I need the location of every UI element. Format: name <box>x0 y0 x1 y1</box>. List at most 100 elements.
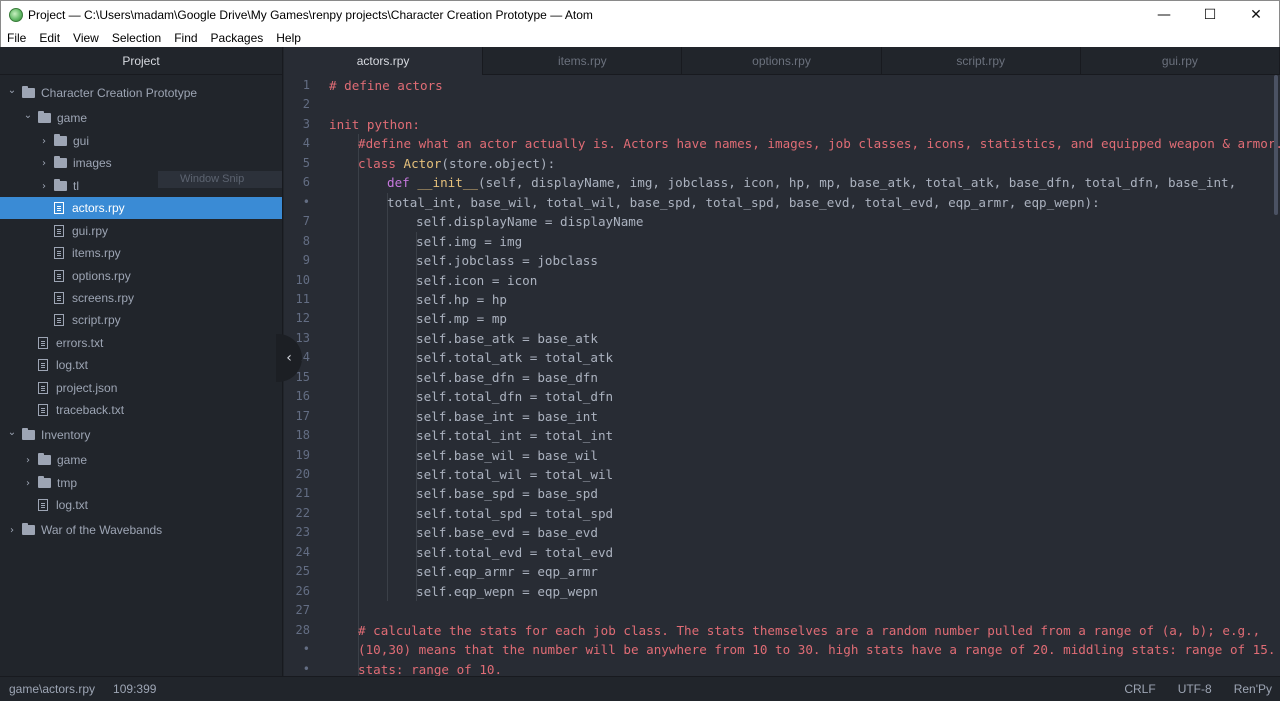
chevron-right-icon: › <box>10 524 14 536</box>
tree-folder[interactable]: ⌄ game <box>0 107 282 129</box>
tree-file[interactable]: actors.rpy <box>0 197 282 219</box>
minimize-button[interactable]: — <box>1141 1 1187 29</box>
line-number: 5 <box>302 155 310 170</box>
code-line: self.total_int = total_int <box>416 428 614 444</box>
tree-file[interactable]: items.rpy <box>0 242 282 264</box>
tab-options-rpy[interactable]: options.rpy <box>682 47 882 75</box>
tree-file[interactable]: traceback.txt <box>0 399 282 421</box>
tree-item-label: game <box>57 453 88 467</box>
maximize-button[interactable]: ☐ <box>1187 1 1233 29</box>
tab-actors-rpy[interactable]: actors.rpy <box>284 47 484 75</box>
line-number: 23 <box>295 525 310 540</box>
file-icon <box>38 382 48 394</box>
tree-file[interactable]: options.rpy <box>0 265 282 287</box>
code-line: self.total_atk = total_atk <box>416 350 614 366</box>
code-editor[interactable]: 1 2 3 4 5 6 • 7 8 9 10 11 12 13 14 15 16 17 18 19 20 21 22 23 24… <box>284 75 1280 676</box>
tree-file[interactable]: errors.txt <box>0 332 282 354</box>
code-line: self.base_dfn = base_dfn <box>416 369 598 385</box>
status-grammar[interactable]: Ren'Py <box>1234 682 1272 696</box>
folder-icon <box>38 476 51 488</box>
folder-icon <box>54 179 67 191</box>
tree-folder[interactable]: › tmp <box>0 472 282 494</box>
window-snip-tooltip: Window Snip <box>158 171 282 188</box>
menu-bar: File Edit View Selection Find Packages H… <box>0 29 1280 47</box>
code-line: (10,30) means that the number will be an… <box>358 642 1280 658</box>
menu-help[interactable]: Help <box>270 31 308 45</box>
sidebar-header[interactable]: Project <box>0 47 282 75</box>
code-line: self.img = img <box>416 233 523 249</box>
file-icon <box>38 337 48 349</box>
tree-file[interactable]: project.json <box>0 377 282 399</box>
tree-folder[interactable]: › gui <box>0 130 282 152</box>
code-line: self.eqp_armr = eqp_armr <box>416 564 598 580</box>
tree-file[interactable]: script.rpy <box>0 309 282 331</box>
menu-selection[interactable]: Selection <box>106 31 168 45</box>
tree-file[interactable]: gui.rpy <box>0 220 282 242</box>
code-line: init python: <box>329 116 420 132</box>
code-line: stats: range of 10. <box>358 661 503 677</box>
tree-item-label: log.txt <box>56 498 89 512</box>
tree-item-label: images <box>73 156 112 170</box>
tree-item-label: options.rpy <box>72 269 131 283</box>
chevron-right-icon: › <box>42 135 46 147</box>
menu-edit[interactable]: Edit <box>33 31 67 45</box>
menu-view[interactable]: View <box>67 31 106 45</box>
line-number: 22 <box>295 505 310 520</box>
code-line: self.eqp_wepn = eqp_wepn <box>416 583 598 599</box>
tab-items-rpy[interactable]: items.rpy <box>483 47 683 75</box>
code-line: self.displayName = displayName <box>416 214 644 230</box>
tree-folder[interactable]: ⌄ Character Creation Prototype <box>0 82 282 104</box>
folder-icon <box>54 156 67 168</box>
line-number: 24 <box>295 544 310 559</box>
status-line-ending[interactable]: CRLF <box>1124 682 1155 696</box>
status-encoding[interactable]: UTF-8 <box>1178 682 1212 696</box>
menu-find[interactable]: Find <box>168 31 204 45</box>
line-number: 25 <box>295 564 310 579</box>
tree-folder[interactable]: ⌄ Inventory <box>0 424 282 446</box>
code-line: #define what an actor actually is. Actor… <box>358 136 1280 152</box>
chevron-down-icon: ⌄ <box>7 84 17 96</box>
folder-icon <box>54 134 67 146</box>
folder-icon <box>22 428 35 440</box>
indent-guide <box>387 192 388 602</box>
tree-file[interactable]: screens.rpy <box>0 287 282 309</box>
line-number: 19 <box>295 447 310 462</box>
line-number: 26 <box>295 583 310 598</box>
window-title: Project — C:\Users\madam\Google Drive\My… <box>28 8 593 22</box>
code-line: # calculate the stats for each job class… <box>358 622 1261 638</box>
line-number: 28 <box>295 622 310 637</box>
line-number: 6 <box>302 175 310 190</box>
line-number: • <box>302 194 310 209</box>
file-icon <box>54 202 64 214</box>
line-number: 21 <box>295 486 310 501</box>
chevron-down-icon: ⌄ <box>7 426 17 438</box>
code-line: self.jobclass = jobclass <box>416 253 598 269</box>
tree-item-label: tl <box>73 179 79 193</box>
tab-gui-rpy[interactable]: gui.rpy <box>1081 47 1280 75</box>
status-cursor-position[interactable]: 109:399 <box>113 682 156 696</box>
editor-scrollbar[interactable] <box>1274 75 1278 215</box>
line-number: • <box>302 661 310 676</box>
folder-icon <box>22 523 35 535</box>
tab-script-rpy[interactable]: script.rpy <box>882 47 1081 75</box>
line-number: 16 <box>295 389 310 404</box>
file-icon <box>54 270 64 282</box>
close-button[interactable]: ✕ <box>1233 1 1279 29</box>
line-number: 1 <box>302 78 310 92</box>
file-icon <box>38 499 48 511</box>
code-line: class Actor(store.object): <box>358 155 556 171</box>
tree-item-label: script.rpy <box>72 313 121 327</box>
code-line: def __init__(self, displayName, img, job… <box>387 175 1237 191</box>
line-number: 27 <box>295 603 310 618</box>
tree-folder[interactable]: › game <box>0 449 282 471</box>
project-sidebar: Project ⌄ Character Creation Prototype ⌄ ga… <box>0 47 283 676</box>
menu-packages[interactable]: Packages <box>205 31 271 45</box>
menu-file[interactable]: File <box>1 31 33 45</box>
tree-file[interactable]: log.txt <box>0 354 282 376</box>
chevron-down-icon: ⌄ <box>23 109 33 121</box>
status-file-path[interactable]: game\actors.rpy <box>9 682 95 696</box>
tree-item-label: War of the Wavebands <box>41 523 163 537</box>
tree-file[interactable]: log.txt <box>0 494 282 516</box>
indent-guide <box>358 134 359 676</box>
tree-folder[interactable]: › War of the Wavebands <box>0 519 282 541</box>
